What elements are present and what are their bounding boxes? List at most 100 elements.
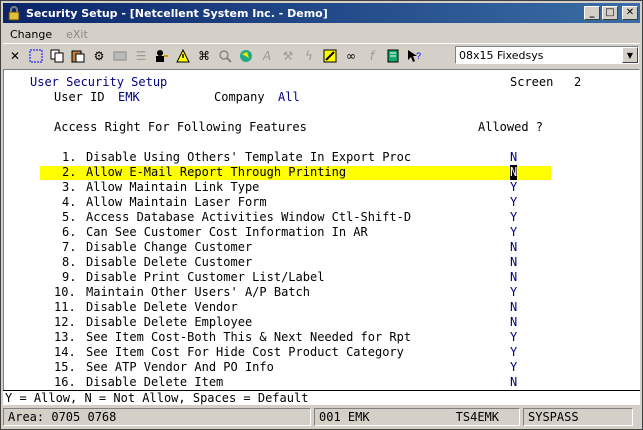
row-label: Disable Print Customer List/Label: [86, 270, 325, 284]
row-number: 2.: [62, 165, 77, 179]
hint-line: Y = Allow, N = Not Allow, Spaces = Defau…: [3, 390, 640, 405]
row-number: 16.: [54, 375, 76, 389]
user-key-icon[interactable]: [153, 47, 171, 65]
row-value[interactable]: N: [510, 315, 517, 330]
row-number: 13.: [54, 330, 76, 344]
status-terminal: TS4EMK: [455, 410, 499, 424]
lock-icon: [6, 5, 22, 21]
globe-icon[interactable]: [237, 47, 255, 65]
chevron-down-icon[interactable]: ▼: [622, 47, 638, 63]
row-value[interactable]: Y: [510, 345, 517, 360]
minimize-button[interactable]: _: [584, 6, 600, 20]
row-label: Disable Change Customer: [86, 240, 253, 254]
row-number: 5.: [62, 210, 77, 224]
flash-icon[interactable]: ϟ: [300, 47, 318, 65]
row-value[interactable]: Y: [510, 180, 517, 195]
row-label: Maintain Other Users' A/P Batch: [86, 285, 310, 299]
row-label: Can See Customer Cost Information In AR: [86, 225, 368, 239]
allowed-heading: Allowed ?: [478, 120, 544, 134]
status-password: SYSPASS: [523, 408, 633, 426]
row-value[interactable]: Y: [510, 285, 517, 300]
close-x-icon[interactable]: ✕: [6, 47, 24, 65]
row-number: 7.: [62, 240, 77, 254]
menu-exit[interactable]: eXit: [59, 28, 95, 41]
row-label: See Item Cost-Both This & Next Needed fo…: [86, 330, 412, 344]
maximize-button[interactable]: □: [602, 6, 618, 20]
row-value-cursor[interactable]: N: [510, 165, 518, 180]
row-number: 6.: [62, 225, 77, 239]
row-value[interactable]: Y: [510, 330, 517, 345]
row-number: 3.: [62, 180, 77, 194]
paste-icon[interactable]: [69, 47, 87, 65]
status-bar: Area: 0705 0768 001 EMK TS4EMK SYSPASS: [3, 407, 640, 427]
app-window: Security Setup - [Netcellent System Inc.…: [0, 0, 643, 430]
status-area: Area: 0705 0768: [3, 408, 311, 426]
window-title: Security Setup - [Netcellent System Inc.…: [26, 6, 328, 20]
copy-icon[interactable]: [48, 47, 66, 65]
row-value[interactable]: N: [510, 255, 517, 270]
row-label: See ATP Vendor And PO Info: [86, 360, 274, 374]
note-icon[interactable]: [384, 47, 402, 65]
status-user: 001 EMK: [319, 410, 370, 424]
menu-bar: Change eXit: [3, 25, 95, 43]
row-value[interactable]: Y: [510, 360, 517, 375]
row-number: 12.: [54, 315, 76, 329]
row-value[interactable]: Y: [510, 195, 517, 210]
print-preview-icon[interactable]: [111, 47, 129, 65]
settings-icon[interactable]: ⚙: [90, 47, 108, 65]
company-label: Company: [214, 90, 265, 104]
terminal-screen[interactable]: User Security Setup Screen 2 User ID EMK…: [3, 69, 640, 391]
row-value[interactable]: Y: [510, 225, 517, 240]
row-label: Allow Maintain Link Type: [86, 180, 260, 194]
toolbar: ✕ ⚙ ☰ ⌘ A ⚒ ϟ ∞ f ? 08x15 Fixedsys ▼: [3, 43, 640, 67]
row-value[interactable]: N: [510, 270, 517, 285]
title-bar[interactable]: Security Setup - [Netcellent System Inc.…: [3, 3, 640, 23]
row-value[interactable]: Y: [510, 210, 517, 225]
status-user-terminal: 001 EMK TS4EMK: [314, 408, 520, 426]
link-icon[interactable]: ∞: [342, 47, 360, 65]
row-label: See Item Cost For Hide Cost Product Cate…: [86, 345, 404, 359]
row-label: Access Database Activities Window Ctl-Sh…: [86, 210, 412, 224]
row-number: 4.: [62, 195, 77, 209]
row-value[interactable]: N: [510, 300, 517, 315]
row-label: Disable Delete Vendor: [86, 300, 238, 314]
row-label: Disable Delete Employee: [86, 315, 253, 329]
company-value[interactable]: All: [278, 90, 300, 105]
screen-number: 2: [574, 75, 582, 89]
row-label: Disable Delete Customer: [86, 255, 253, 269]
row-number: 9.: [62, 270, 77, 284]
row-value[interactable]: N: [510, 150, 517, 165]
close-button[interactable]: ✕: [622, 6, 638, 20]
select-icon[interactable]: [27, 47, 45, 65]
script-a-icon[interactable]: A: [258, 47, 276, 65]
binoculars-icon[interactable]: ⌘: [195, 47, 213, 65]
font-select[interactable]: 08x15 Fixedsys ▼: [455, 46, 639, 64]
row-value[interactable]: N: [510, 375, 517, 390]
row-number: 11.: [54, 300, 76, 314]
screen-label: Screen: [510, 75, 554, 89]
menu-change[interactable]: Change: [3, 28, 59, 41]
row-number: 10.: [54, 285, 76, 299]
user-id-value[interactable]: EMK: [118, 90, 140, 105]
row-label: Disable Delete Item: [86, 375, 224, 389]
row-number: 14.: [54, 345, 76, 359]
row-number: 15.: [54, 360, 76, 374]
list-icon[interactable]: ☰: [132, 47, 150, 65]
tool-icon[interactable]: ⚒: [279, 47, 297, 65]
row-number: 8.: [62, 255, 77, 269]
row-label: Disable Using Others' Template In Export…: [86, 150, 412, 164]
font-select-value: 08x15 Fixedsys: [459, 48, 544, 62]
search-icon[interactable]: [216, 47, 234, 65]
help-cursor-icon[interactable]: ?: [405, 47, 423, 65]
fx-icon[interactable]: f: [363, 47, 381, 65]
row-label: Allow Maintain Laser Form: [86, 195, 267, 209]
warning-icon[interactable]: [174, 47, 192, 65]
pen-icon[interactable]: [321, 47, 339, 65]
access-heading: Access Right For Following Features: [54, 120, 307, 134]
screen-title: User Security Setup: [30, 75, 168, 89]
row-value[interactable]: N: [510, 240, 517, 255]
row-number: 1.: [62, 150, 77, 164]
row-label: Allow E-Mail Report Through Printing: [86, 165, 347, 179]
svg-text:?: ?: [416, 51, 421, 61]
user-id-label: User ID: [54, 90, 105, 104]
